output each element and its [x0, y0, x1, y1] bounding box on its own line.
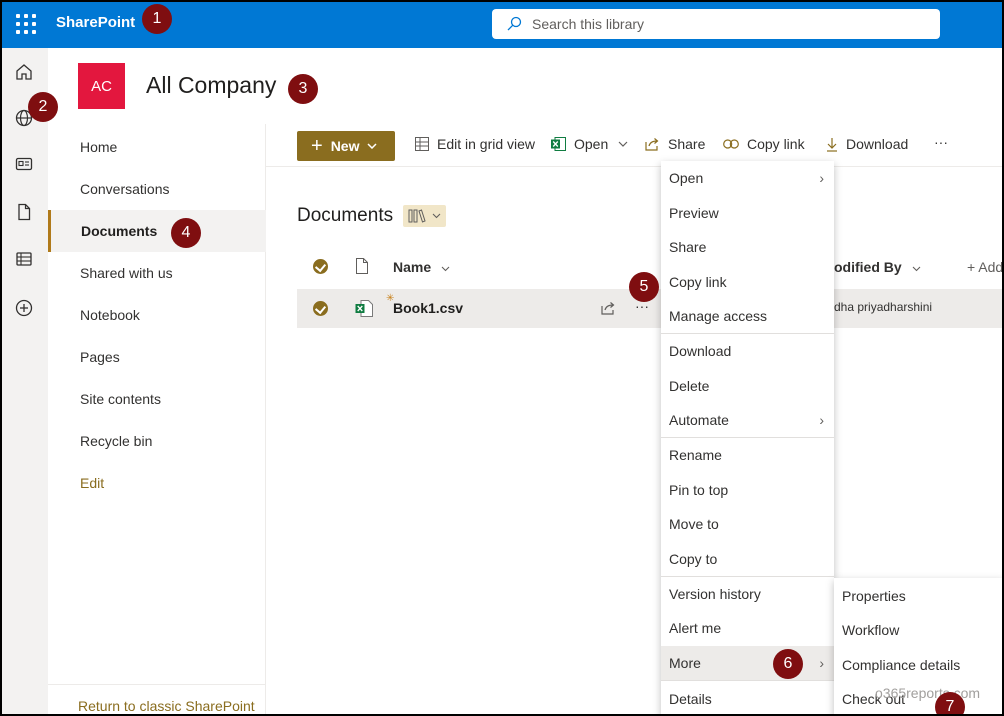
share-icon[interactable] [601, 301, 616, 315]
return-to-classic-link[interactable]: Return to classic SharePoint [48, 684, 266, 716]
excel-file-icon [355, 300, 373, 317]
menu-item-delete[interactable]: Delete [661, 369, 834, 403]
submenu-item-properties[interactable]: Properties [834, 579, 1004, 613]
nav-item-home[interactable]: Home [48, 126, 266, 168]
download-label: Download [846, 136, 909, 152]
menu-item-share[interactable]: Share [661, 230, 834, 264]
share-button[interactable]: Share [645, 136, 705, 152]
add-column-button[interactable]: + Add [967, 259, 1003, 275]
chevron-down-icon [912, 266, 920, 272]
modified-by-cell: dha priyadharshini [834, 300, 933, 314]
nav-edit-link[interactable]: Edit [48, 462, 266, 504]
chevron-right-icon: › [819, 412, 824, 428]
marker-1: 1 [142, 4, 172, 34]
add-circle-icon[interactable] [14, 298, 34, 318]
library-icon [408, 209, 426, 223]
menu-item-alert-me[interactable]: Alert me [661, 611, 834, 645]
app-name[interactable]: SharePoint [56, 14, 135, 31]
nav-item-site-contents[interactable]: Site contents [48, 378, 266, 420]
menu-item-label: Automate [669, 412, 729, 428]
watermark: o365reports.com [875, 685, 981, 701]
new-button-label: New [330, 138, 360, 154]
chevron-down-icon [441, 266, 450, 272]
command-bar: + New Edit in grid view Open Share Copy … [266, 124, 1004, 167]
menu-item-more[interactable]: More › [661, 646, 834, 680]
copy-link-label: Copy link [747, 136, 805, 152]
copy-link-button[interactable]: Copy link [723, 136, 805, 152]
more-commands-button[interactable]: ··· [934, 134, 948, 150]
name-column-label: Name [393, 259, 432, 275]
menu-item-copy-link[interactable]: Copy link [661, 265, 834, 299]
menu-item-open[interactable]: Open › [661, 161, 834, 195]
chevron-down-icon [618, 141, 628, 147]
submenu-item-workflow[interactable]: Workflow [834, 613, 1004, 647]
open-button[interactable]: Open [551, 136, 628, 152]
download-button[interactable]: Download [826, 136, 908, 152]
file-icon[interactable] [14, 202, 34, 222]
menu-item-move-to[interactable]: Move to [661, 507, 834, 541]
nav-item-shared-with-us[interactable]: Shared with us [48, 252, 266, 294]
chevron-right-icon: › [819, 655, 824, 671]
name-column-header[interactable]: Name [393, 259, 450, 275]
search-input[interactable] [532, 13, 922, 35]
menu-item-preview[interactable]: Preview [661, 196, 834, 230]
menu-item-copy-to[interactable]: Copy to [661, 542, 834, 576]
chevron-right-icon: › [819, 170, 824, 186]
edit-grid-view-label: Edit in grid view [437, 136, 536, 152]
download-icon [827, 137, 837, 152]
menu-item-download[interactable]: Download [661, 334, 834, 368]
select-all-checkbox[interactable] [313, 259, 328, 274]
open-label: Open [574, 136, 609, 152]
file-name-link[interactable]: Book1.csv [393, 300, 463, 316]
plus-icon: + [311, 135, 323, 157]
menu-divider [661, 680, 834, 681]
menu-item-label: More [669, 655, 701, 671]
menu-item-details[interactable]: Details [661, 682, 834, 716]
submenu-item-compliance-details[interactable]: Compliance details [834, 648, 1004, 682]
link-icon [723, 139, 739, 149]
app-launcher-icon[interactable] [6, 4, 46, 44]
share-label: Share [668, 136, 706, 152]
share-icon [645, 138, 659, 151]
site-logo[interactable]: AC [78, 63, 125, 109]
row-checkbox[interactable] [313, 301, 328, 316]
marker-4: 4 [171, 218, 201, 248]
new-button[interactable]: + New [297, 131, 395, 161]
menu-item-version-history[interactable]: Version history [661, 577, 834, 611]
lists-icon[interactable] [14, 249, 34, 269]
search-box[interactable] [492, 9, 940, 39]
nav-item-conversations[interactable]: Conversations [48, 168, 266, 210]
edit-grid-view-button[interactable]: Edit in grid view [415, 136, 535, 152]
menu-item-manage-access[interactable]: Manage access [661, 299, 834, 333]
marker-3: 3 [288, 74, 318, 104]
marker-5: 5 [629, 272, 659, 302]
library-title: Documents [297, 205, 394, 226]
chevron-down-icon [367, 143, 378, 149]
left-nav: Home Conversations Documents Shared with… [48, 124, 266, 716]
modified-by-column-label: odified By [834, 259, 902, 275]
menu-item-rename[interactable]: Rename [661, 438, 834, 472]
chevron-down-icon [432, 213, 441, 219]
home-icon[interactable] [14, 62, 34, 82]
marker-6: 6 [773, 649, 803, 679]
context-menu: Open › Preview Share Copy link Manage acc… [661, 161, 834, 716]
app-bar [0, 48, 48, 716]
menu-item-label: Open [669, 170, 704, 186]
menu-item-pin-to-top[interactable]: Pin to top [661, 473, 834, 507]
marker-7: 7 [935, 692, 965, 716]
marker-2: 2 [28, 92, 58, 122]
menu-item-automate[interactable]: Automate › [661, 403, 834, 437]
view-switcher-button[interactable] [403, 205, 446, 227]
nav-item-notebook[interactable]: Notebook [48, 294, 266, 336]
site-title[interactable]: All Company [146, 72, 276, 99]
nav-item-pages[interactable]: Pages [48, 336, 266, 378]
nav-item-recycle-bin[interactable]: Recycle bin [48, 420, 266, 462]
file-type-icon[interactable] [356, 258, 368, 274]
nav-item-documents[interactable]: Documents [48, 210, 266, 252]
excel-icon [551, 137, 566, 151]
search-icon [507, 16, 522, 31]
grid-icon [415, 137, 429, 151]
news-icon[interactable] [14, 154, 34, 174]
modified-by-column-header[interactable]: odified By [834, 259, 921, 275]
